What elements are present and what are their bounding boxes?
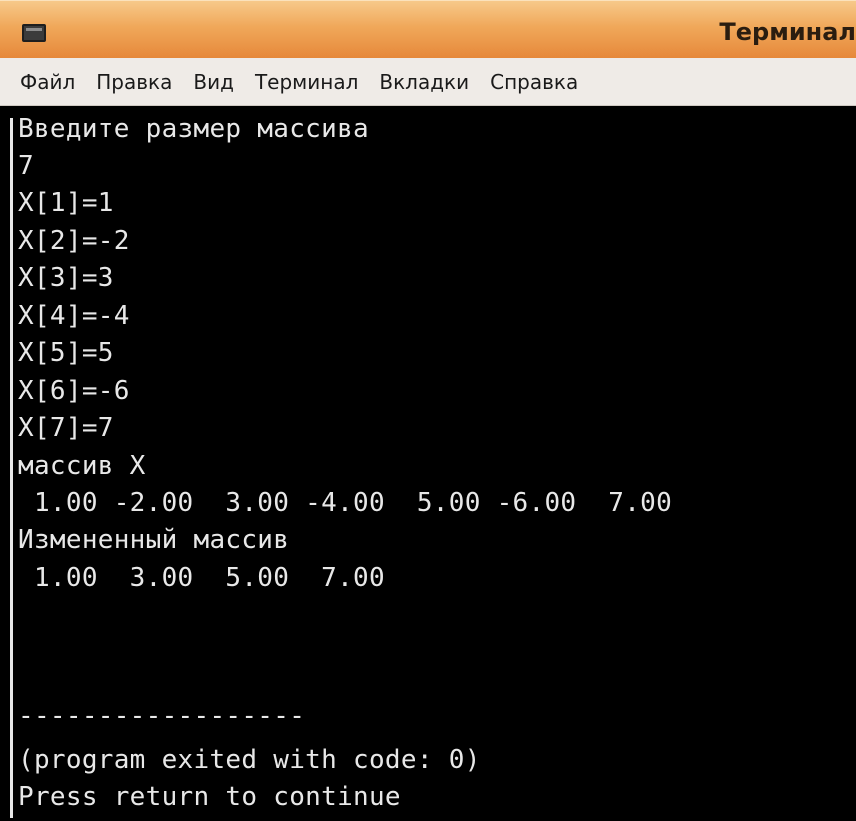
menu-terminal[interactable]: Терминал xyxy=(255,70,358,94)
terminal-output[interactable]: Введите размер массива 7 X[1]=1 X[2]=-2 … xyxy=(0,106,856,821)
terminal-line: X[3]=3 xyxy=(18,263,114,293)
menu-help[interactable]: Справка xyxy=(490,70,578,94)
left-border xyxy=(10,118,13,818)
title-bar[interactable]: Терминал xyxy=(0,0,856,58)
menu-bar: Файл Правка Вид Терминал Вкладки Справка xyxy=(0,58,856,106)
terminal-line: (program exited with code: 0) xyxy=(18,745,481,775)
terminal-line: X[4]=-4 xyxy=(18,301,130,331)
terminal-line: Введите размер массива xyxy=(18,114,369,144)
terminal-line: 1.00 -2.00 3.00 -4.00 5.00 -6.00 7.00 xyxy=(18,488,673,518)
menu-edit[interactable]: Правка xyxy=(96,70,172,94)
terminal-window: Терминал Файл Правка Вид Терминал Вкладк… xyxy=(0,0,856,821)
terminal-line: X[1]=1 xyxy=(18,188,114,218)
menu-tabs[interactable]: Вкладки xyxy=(379,70,469,94)
terminal-line: X[6]=-6 xyxy=(18,376,130,406)
terminal-app-icon[interactable] xyxy=(22,24,46,42)
terminal-line: массив X xyxy=(18,451,146,481)
terminal-line: Press return to continue xyxy=(18,782,401,812)
terminal-line: 7 xyxy=(18,151,34,181)
terminal-line: ------------------ xyxy=(18,701,306,731)
terminal-line: X[2]=-2 xyxy=(18,226,130,256)
menu-view[interactable]: Вид xyxy=(193,70,234,94)
menu-file[interactable]: Файл xyxy=(20,70,75,94)
terminal-line: X[5]=5 xyxy=(18,338,114,368)
terminal-line: X[7]=7 xyxy=(18,413,114,443)
window-title: Терминал xyxy=(719,18,856,46)
terminal-line: 1.00 3.00 5.00 7.00 xyxy=(18,563,385,593)
terminal-line: Измененный массив xyxy=(18,525,290,555)
